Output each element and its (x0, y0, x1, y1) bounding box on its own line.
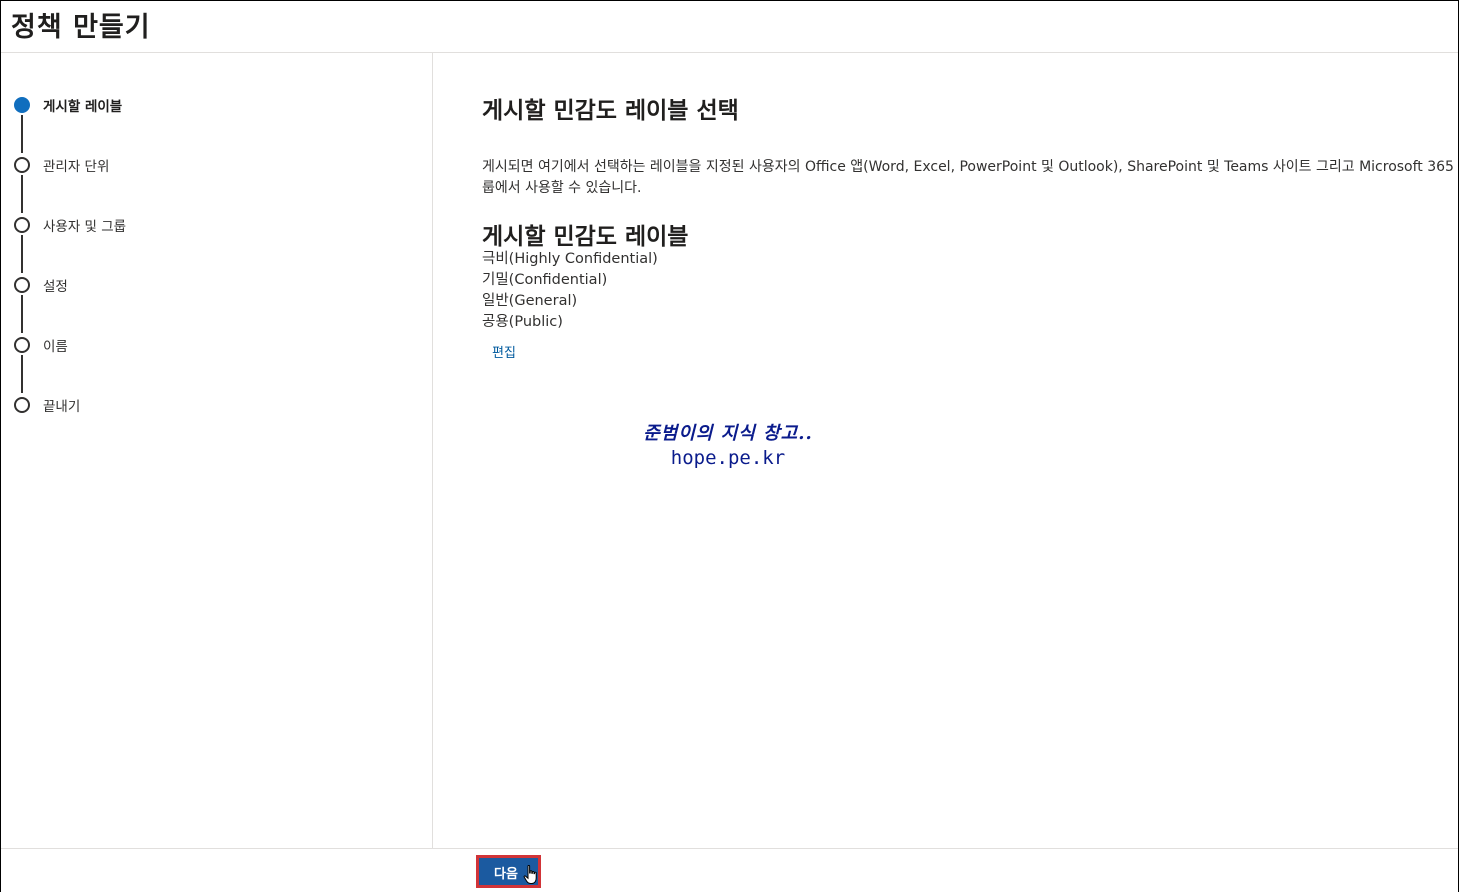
footer: 다음 (1, 848, 1458, 892)
header: 정책 만들기 (1, 1, 1458, 53)
step-publish-labels[interactable]: 게시할 레이블 (14, 95, 414, 115)
step-finish[interactable]: 끝내기 (14, 395, 414, 415)
hand-pointer-icon (523, 865, 537, 884)
step-label: 관리자 단위 (43, 159, 110, 175)
window-frame: 정책 만들기 게시할 레이블 관리자 단위 사용자 및 그룹 설정 이름 끝내기… (0, 0, 1459, 892)
step-label: 끝내기 (43, 399, 81, 415)
wizard-steps-nav: 게시할 레이블 관리자 단위 사용자 및 그룹 설정 이름 끝내기 (1, 53, 433, 848)
step-current-indicator-icon (14, 97, 30, 113)
step-pending-indicator-icon (14, 397, 30, 413)
list-item: 일반(General) (482, 293, 578, 309)
watermark: 준범이의 지식 창고.. hope.pe.kr (613, 419, 843, 469)
next-button[interactable]: 다음 (476, 855, 541, 888)
list-item: 극비(Highly Confidential) (482, 251, 658, 267)
step-connector (21, 355, 23, 393)
step-label: 게시할 레이블 (43, 99, 123, 115)
step-connector (21, 175, 23, 213)
step-pending-indicator-icon (14, 337, 30, 353)
watermark-url: hope.pe.kr (670, 447, 786, 469)
step-label: 설정 (43, 279, 68, 295)
step-pending-indicator-icon (14, 277, 30, 293)
list-item: 기밀(Confidential) (482, 272, 608, 288)
step-admin-units[interactable]: 관리자 단위 (14, 155, 414, 175)
step-label: 사용자 및 그룹 (43, 219, 127, 235)
step-connector (21, 115, 23, 153)
step-name[interactable]: 이름 (14, 335, 414, 355)
next-button-label: 다음 (494, 867, 518, 882)
page-title: 정책 만들기 (11, 12, 151, 43)
step-label: 이름 (43, 339, 68, 355)
description: 게시되면 여기에서 선택하는 레이블을 지정된 사용자의 Office 앱(Wo… (482, 159, 1458, 196)
step-connector (21, 295, 23, 333)
step-settings[interactable]: 설정 (14, 275, 414, 295)
step-pending-indicator-icon (14, 217, 30, 233)
section-title: 게시할 민감도 레이블 (482, 224, 689, 250)
main-title: 게시할 민감도 레이블 선택 (482, 98, 739, 124)
step-users-groups[interactable]: 사용자 및 그룹 (14, 215, 414, 235)
step-pending-indicator-icon (14, 157, 30, 173)
main-content: 게시할 민감도 레이블 선택 게시되면 여기에서 선택하는 레이블을 지정된 사… (433, 53, 1458, 848)
edit-link[interactable]: 편집 (492, 342, 516, 361)
watermark-title: 준범이의 지식 창고.. (643, 423, 813, 444)
list-item: 공용(Public) (482, 314, 563, 330)
label-list: 극비(Highly Confidential) 기밀(Confidential)… (482, 249, 658, 333)
step-connector (21, 235, 23, 273)
